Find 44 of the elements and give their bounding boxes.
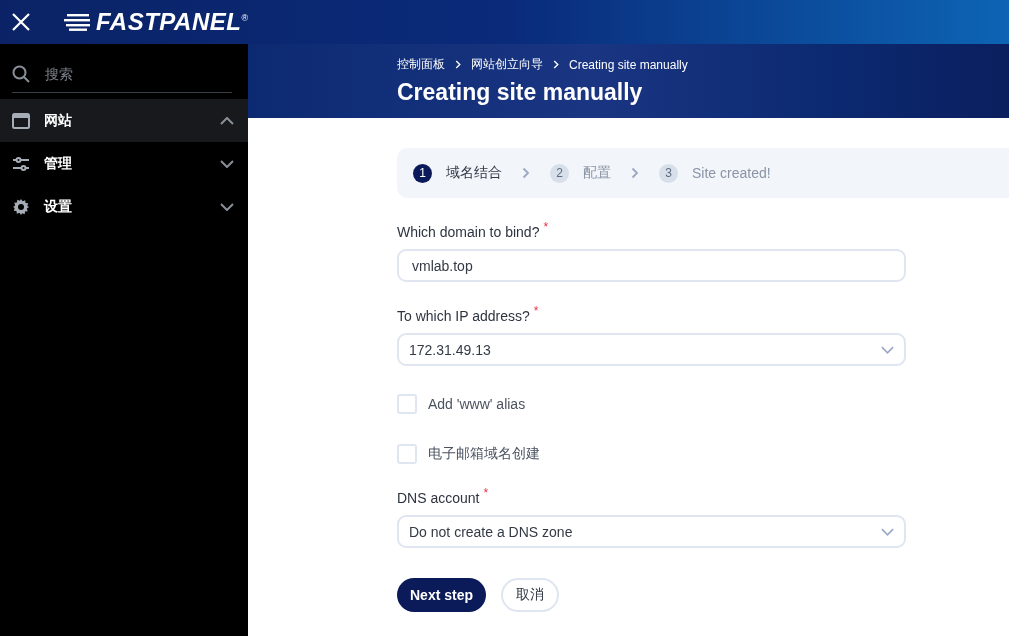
next-step-button[interactable]: Next step [397,578,487,612]
field-label: Which domain to bind? [397,224,540,240]
sidebar-item[interactable]: 网站 [0,99,248,142]
step-label: 配置 [583,164,611,182]
checkbox-label: Add 'www' alias [428,396,526,412]
search-icon [12,65,30,83]
step-number: 1 [413,163,432,183]
checkbox-label: 电子邮箱域名创建 [428,445,540,463]
chevron-down-icon [220,159,234,168]
field-label: To which IP address? [397,308,530,324]
chevron-down-icon [881,527,894,536]
page-title: Creating site manually [397,79,644,106]
sliders-icon [12,155,30,172]
chevron-right-icon [455,60,461,69]
breadcrumb-link[interactable]: 控制面板 [397,56,445,73]
field-label: DNS account [397,490,480,506]
chevron-down-icon [881,345,894,354]
step-label: 域名结合 [446,164,502,182]
step-label: Site created! [692,165,771,181]
select-field[interactable]: Do not create a DNS zone [397,515,906,548]
required-mark: * [533,304,539,318]
chevron-right-icon [631,167,639,179]
chevron-right-icon [522,167,530,179]
domain-input[interactable]: vmlab.top [397,249,906,282]
chevron-right-icon [553,60,559,69]
chevron-down-icon [220,202,234,211]
gear-icon [12,197,30,216]
chevron-up-icon [220,116,234,125]
step-number: 3 [659,163,678,183]
sidebar-item[interactable]: 设置 [0,185,248,228]
breadcrumb-link[interactable]: 网站创立向导 [471,56,543,73]
cancel-button[interactable]: 取消 [501,578,560,612]
sidebar-item[interactable]: 管理 [0,142,248,185]
logo-icon [64,13,92,31]
close-icon[interactable] [11,12,31,32]
browser-window-icon [12,112,30,129]
checkbox[interactable] [397,444,417,464]
logo-text: FASTPANEL$^{®}$ [96,8,249,36]
step-number: 2 [550,163,569,183]
required-mark: * [483,486,489,500]
search-field[interactable]: 搜索 [43,65,197,83]
select-field[interactable]: 172.31.49.13 [397,333,906,366]
required-mark: * [543,220,549,234]
checkbox[interactable] [397,394,417,414]
